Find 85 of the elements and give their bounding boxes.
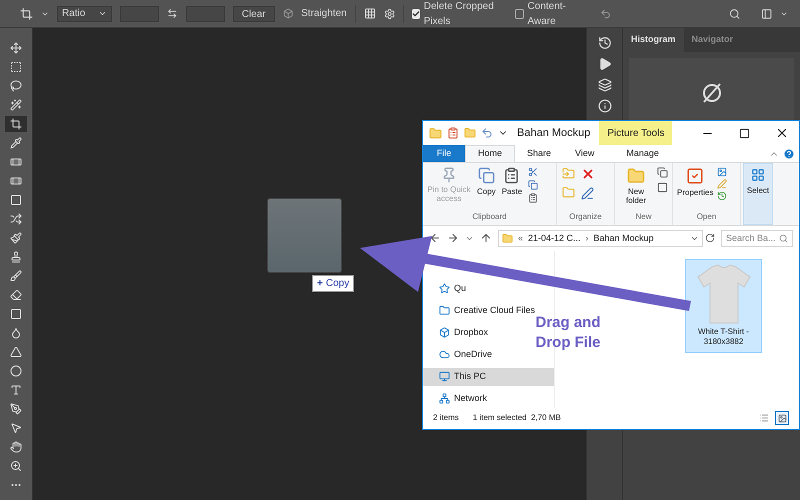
group-label: Clipboard	[472, 211, 507, 224]
copy-icon[interactable]	[478, 166, 495, 184]
arrow-head	[360, 236, 432, 292]
address-bar[interactable]: « 21-04-12 C... › Bahan Mockup	[498, 230, 703, 247]
checkbox[interactable]	[412, 8, 420, 18]
layers-icon[interactable]	[598, 78, 612, 92]
breadcrumb-separator: ›	[586, 232, 589, 245]
properties-button[interactable]: Properties	[677, 166, 714, 212]
crop-icon[interactable]	[20, 6, 33, 22]
properties-icon[interactable]	[447, 127, 459, 140]
back-icon[interactable]	[429, 232, 441, 244]
clipboard-icon[interactable]	[503, 166, 520, 184]
height-field[interactable]	[186, 6, 225, 22]
file-item[interactable]: White T-Shirt - 3180x3882	[685, 258, 762, 353]
new-folder-button[interactable]: New folder	[619, 166, 653, 212]
select-grid-icon[interactable]	[751, 168, 765, 182]
folder-icon	[502, 232, 513, 244]
copy-path-icon[interactable]	[528, 180, 538, 190]
nav-item[interactable]: This PC	[423, 368, 554, 386]
checkbox[interactable]	[515, 8, 524, 18]
nav-item[interactable]: Dropbox	[423, 324, 490, 342]
nav-item[interactable]: Qu	[423, 280, 468, 298]
maximize-icon[interactable]	[739, 128, 750, 139]
group-label: Open	[696, 211, 716, 224]
paste-shortcut-icon[interactable]	[528, 192, 538, 203]
easy-access-icon[interactable]	[657, 182, 668, 193]
select-button[interactable]: Select	[743, 162, 773, 226]
help-icon[interactable]	[783, 148, 795, 160]
overflow-chevron[interactable]: «	[518, 232, 524, 246]
info-icon[interactable]	[598, 99, 612, 113]
picture-tools-label: Picture Tools	[599, 121, 672, 146]
panel-tab[interactable]: Histogram	[623, 28, 684, 52]
window-title: Bahan Mockup	[517, 126, 590, 141]
network-icon	[439, 393, 450, 404]
breadcrumb[interactable]: Bahan Mockup	[594, 232, 654, 246]
cut-icon[interactable]	[528, 166, 538, 177]
ribbon-tab[interactable]: View	[563, 145, 606, 162]
ribbon-tab[interactable]: Home	[465, 145, 516, 162]
search-field[interactable]: Search Ba...	[721, 230, 793, 247]
grid-icon[interactable]	[364, 6, 376, 21]
ribbon-tab[interactable]: Share	[515, 145, 564, 162]
up-icon[interactable]	[480, 232, 492, 244]
reset-icon[interactable]	[600, 6, 612, 20]
nav-item[interactable]: Network	[423, 390, 490, 408]
group-label: New	[635, 211, 652, 224]
new-item-icon[interactable]	[657, 166, 668, 178]
cloud-icon	[439, 349, 450, 360]
copy-button[interactable]: Copy	[477, 166, 496, 212]
monitor-icon	[439, 371, 450, 382]
delete-icon[interactable]	[581, 166, 595, 181]
item-count: 2 items	[433, 412, 459, 424]
checkbox-label: Content-Aware	[528, 0, 567, 28]
ratio-select[interactable]: Ratio	[56, 6, 112, 22]
check-document-icon[interactable]	[686, 166, 704, 185]
refresh-icon[interactable]	[705, 233, 715, 244]
breadcrumb[interactable]: 21-04-12 C...	[528, 232, 581, 246]
search-icon[interactable]	[729, 6, 741, 20]
t-shirt-thumbnail	[696, 262, 752, 325]
ribbon-tab[interactable]: Manage	[614, 145, 671, 162]
history-icon[interactable]	[717, 190, 728, 201]
box-icon	[439, 327, 450, 338]
copy-badge: + Copy	[312, 275, 354, 292]
forward-icon[interactable]	[447, 232, 459, 244]
folder-icon	[439, 305, 450, 316]
clear-button[interactable]: Clear	[232, 6, 275, 22]
file-tab[interactable]: File	[423, 145, 465, 162]
nav-item[interactable]: OneDrive	[423, 346, 494, 364]
large-icons-view-icon[interactable]	[775, 411, 789, 426]
straighten-label[interactable]: Straighten	[301, 6, 347, 21]
undo-icon[interactable]	[481, 127, 493, 140]
settings-icon[interactable]	[384, 6, 395, 20]
open-icon[interactable]	[717, 166, 728, 177]
group-label: Organize	[569, 211, 602, 224]
crop-icon[interactable]	[5, 116, 27, 132]
paste-button[interactable]: Paste	[502, 166, 522, 212]
selection-info: 1 item selected 2,70 MB	[472, 412, 561, 424]
width-field[interactable]	[120, 6, 160, 22]
play-icon[interactable]	[598, 57, 612, 71]
checkbox-label: Delete Cropped Pixels	[424, 0, 495, 28]
swap-icon[interactable]	[167, 7, 178, 20]
rename-icon[interactable]	[581, 186, 594, 200]
search-icon	[779, 234, 788, 243]
caret-icon[interactable]	[98, 9, 108, 18]
star-icon	[439, 283, 450, 294]
workspace-icon[interactable]	[760, 6, 772, 20]
